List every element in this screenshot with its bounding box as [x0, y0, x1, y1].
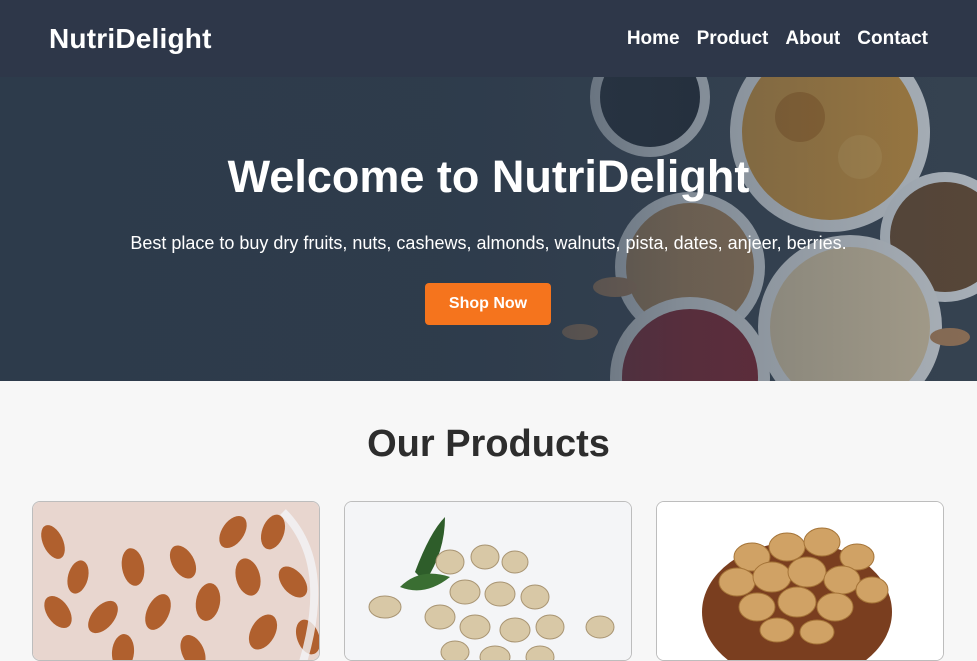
product-card-walnuts[interactable]: [656, 501, 944, 661]
nav-link-home[interactable]: Home: [627, 28, 680, 50]
nav-link-contact[interactable]: Contact: [857, 28, 928, 50]
shop-now-button[interactable]: Shop Now: [425, 283, 551, 325]
hero-content: Welcome to NutriDelight Best place to bu…: [0, 77, 977, 381]
product-card-almonds[interactable]: [32, 501, 320, 661]
almonds-image: [33, 502, 319, 660]
hero-section: Welcome to NutriDelight Best place to bu…: [0, 77, 977, 381]
product-card-pistachios[interactable]: [344, 501, 632, 661]
brand-logo[interactable]: NutriDelight: [49, 23, 212, 55]
walnuts-image: [657, 502, 943, 660]
products-section-title: Our Products: [367, 423, 610, 465]
hero-subtitle: Best place to buy dry fruits, nuts, cash…: [130, 233, 847, 253]
nav-link-about[interactable]: About: [785, 28, 840, 50]
hero-title: Welcome to NutriDelight: [227, 151, 750, 202]
nav-link-product[interactable]: Product: [697, 28, 769, 50]
nav-links: Home Product About Contact: [627, 28, 928, 50]
pistachios-image: [345, 502, 631, 660]
navbar: NutriDelight Home Product About Contact: [0, 0, 977, 77]
